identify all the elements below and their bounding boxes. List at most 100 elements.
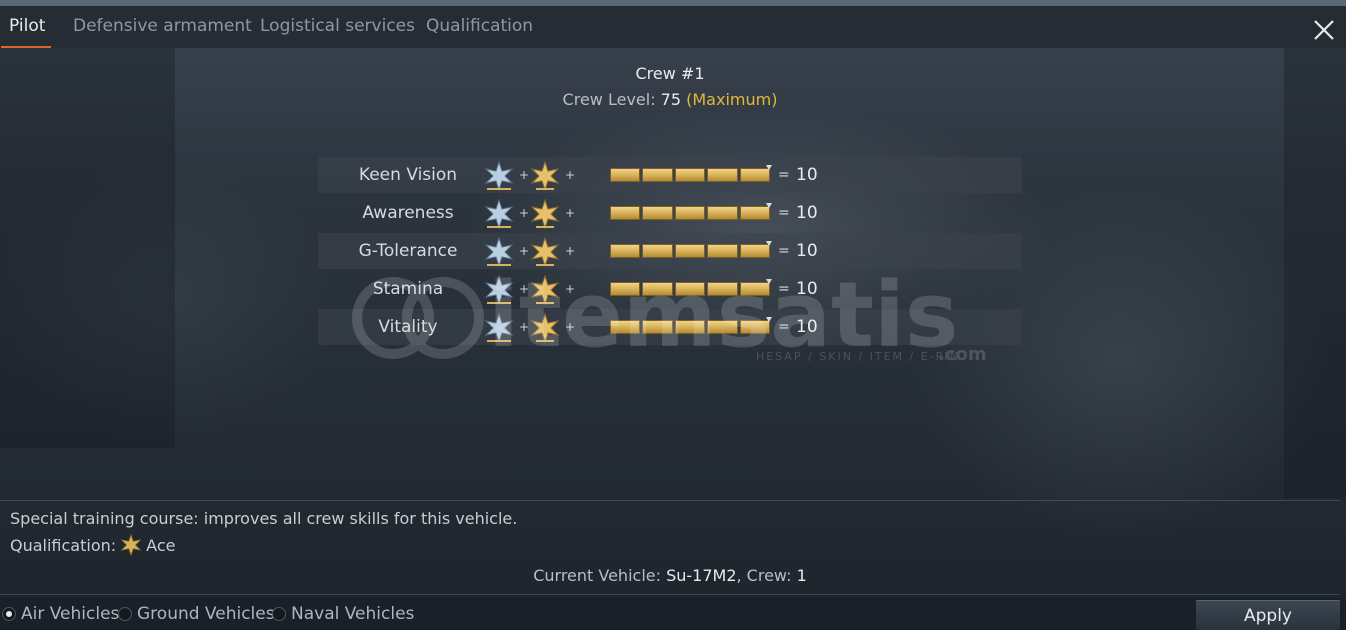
skill-row[interactable]: Keen Vision + + = 10 xyxy=(318,157,1022,193)
skill-row[interactable]: G-Tolerance + + = 10 xyxy=(318,233,1022,269)
skill-bar-segment xyxy=(707,282,738,296)
skill-bar-marker xyxy=(766,241,772,246)
close-icon xyxy=(1314,20,1334,40)
bottom-divider xyxy=(0,594,1340,595)
skill-bar-segment xyxy=(739,244,771,258)
tab-qualification[interactable]: Qualification xyxy=(426,6,533,48)
skill-name: Keen Vision xyxy=(358,165,458,185)
radio-dot xyxy=(118,607,132,621)
skill-bar-segment xyxy=(642,168,673,182)
skill-name: Stamina xyxy=(372,279,444,299)
gold-star-icon xyxy=(530,275,560,305)
skill-bar-segment xyxy=(642,282,673,296)
crew-number-label: , Crew: xyxy=(736,566,797,585)
plus-sign: + xyxy=(519,206,530,220)
skill-name: G-Tolerance xyxy=(358,241,458,261)
plus-sign: + xyxy=(519,320,530,334)
info-divider xyxy=(0,500,1340,501)
equals-sign: = xyxy=(778,281,790,297)
skill-bar-segment xyxy=(610,168,641,182)
plus-sign: + xyxy=(519,244,530,258)
skill-bar-segment xyxy=(674,320,706,334)
radio-naval-vehicles[interactable]: Naval Vehicles xyxy=(272,600,414,628)
tab-bar: Pilot Defensive armament Logistical serv… xyxy=(0,6,1346,48)
radio-air-vehicles[interactable]: Air Vehicles xyxy=(2,600,119,628)
skill-bar-segment xyxy=(739,168,771,182)
skill-value: 10 xyxy=(796,241,818,261)
skill-name: Vitality xyxy=(378,317,438,337)
silver-star-icon xyxy=(484,161,514,191)
skill-bar-segment xyxy=(642,244,673,258)
skill-bar-segment xyxy=(642,206,673,220)
gold-star-icon xyxy=(530,313,560,343)
skill-bar-segment xyxy=(707,168,738,182)
plus-sign: + xyxy=(565,282,576,296)
radio-label: Naval Vehicles xyxy=(291,604,415,624)
skill-row[interactable]: Stamina + + = 10 xyxy=(318,271,1022,307)
skill-value: 10 xyxy=(796,317,818,337)
silver-star-icon xyxy=(484,313,514,343)
radio-ground-vehicles[interactable]: Ground Vehicles xyxy=(118,600,275,628)
skill-bar-segment xyxy=(707,320,738,334)
current-vehicle-label: Current Vehicle: xyxy=(533,566,667,585)
equals-sign: = xyxy=(778,205,790,221)
equals-sign: = xyxy=(778,167,790,183)
plus-sign: + xyxy=(565,206,576,220)
plus-sign: + xyxy=(565,244,576,258)
gold-star-icon xyxy=(530,161,560,191)
close-button[interactable] xyxy=(1312,18,1336,42)
skill-bar-segment xyxy=(739,320,771,334)
radio-label: Air Vehicles xyxy=(21,604,120,624)
skill-bar xyxy=(610,282,771,296)
skill-value: 10 xyxy=(796,165,818,185)
skill-bar-segment xyxy=(674,206,706,220)
skill-bar-segment xyxy=(642,320,673,334)
current-vehicle: Current Vehicle: Su-17M2, Crew: 1 xyxy=(0,566,1340,585)
plus-sign: + xyxy=(519,282,530,296)
skill-bar-segment xyxy=(739,206,771,220)
skill-bar xyxy=(610,168,771,182)
skill-bar-segment xyxy=(674,282,706,296)
plus-sign: + xyxy=(565,168,576,182)
skill-bar-segment xyxy=(610,244,641,258)
course-description: Special training course: improves all cr… xyxy=(10,509,518,528)
equals-sign: = xyxy=(778,319,790,335)
skill-bar-segment xyxy=(610,282,641,296)
crew-title: Crew #1 xyxy=(635,64,705,83)
skill-bar-segment xyxy=(674,244,706,258)
crew-number-value: 1 xyxy=(796,566,807,585)
tab-logistical-services[interactable]: Logistical services xyxy=(260,6,415,48)
crew-level: Crew Level: 75 (Maximum) xyxy=(0,90,1340,109)
silver-star-icon xyxy=(484,275,514,305)
qualification-line: Qualification: Ace xyxy=(10,534,175,556)
plus-sign: + xyxy=(519,168,530,182)
crew-level-maximum: (Maximum) xyxy=(686,90,778,109)
current-vehicle-name: Su-17M2 xyxy=(666,566,737,585)
crew-level-label: Crew Level: xyxy=(562,90,661,109)
gold-star-icon xyxy=(530,237,560,267)
skill-bar-marker xyxy=(766,165,772,170)
skill-bar-segment xyxy=(739,282,771,296)
radio-dot xyxy=(272,607,286,621)
crew-level-value: 75 xyxy=(660,90,682,109)
equals-sign: = xyxy=(778,243,790,259)
skill-bar-segment xyxy=(707,206,738,220)
skill-bar-segment xyxy=(610,206,641,220)
apply-button[interactable]: Apply xyxy=(1196,600,1340,630)
radio-label: Ground Vehicles xyxy=(137,604,275,624)
skill-row[interactable]: Awareness + + = 10 xyxy=(318,195,1022,231)
silver-star-icon xyxy=(484,237,514,267)
skill-row[interactable]: Vitality + + = 10 xyxy=(318,309,1022,345)
skill-bar xyxy=(610,320,771,334)
skill-bar-segment xyxy=(674,168,706,182)
skill-bar-segment xyxy=(707,244,738,258)
skill-bar xyxy=(610,206,771,220)
skill-bar-segment xyxy=(610,320,641,334)
plus-sign: + xyxy=(565,320,576,334)
skill-bar xyxy=(610,244,771,258)
right-background-panel xyxy=(1284,48,1346,498)
tab-defensive-armament[interactable]: Defensive armament xyxy=(73,6,252,48)
tab-pilot[interactable]: Pilot xyxy=(0,6,52,48)
qualification-label: Qualification: xyxy=(10,535,117,555)
gold-star-icon xyxy=(530,199,560,229)
